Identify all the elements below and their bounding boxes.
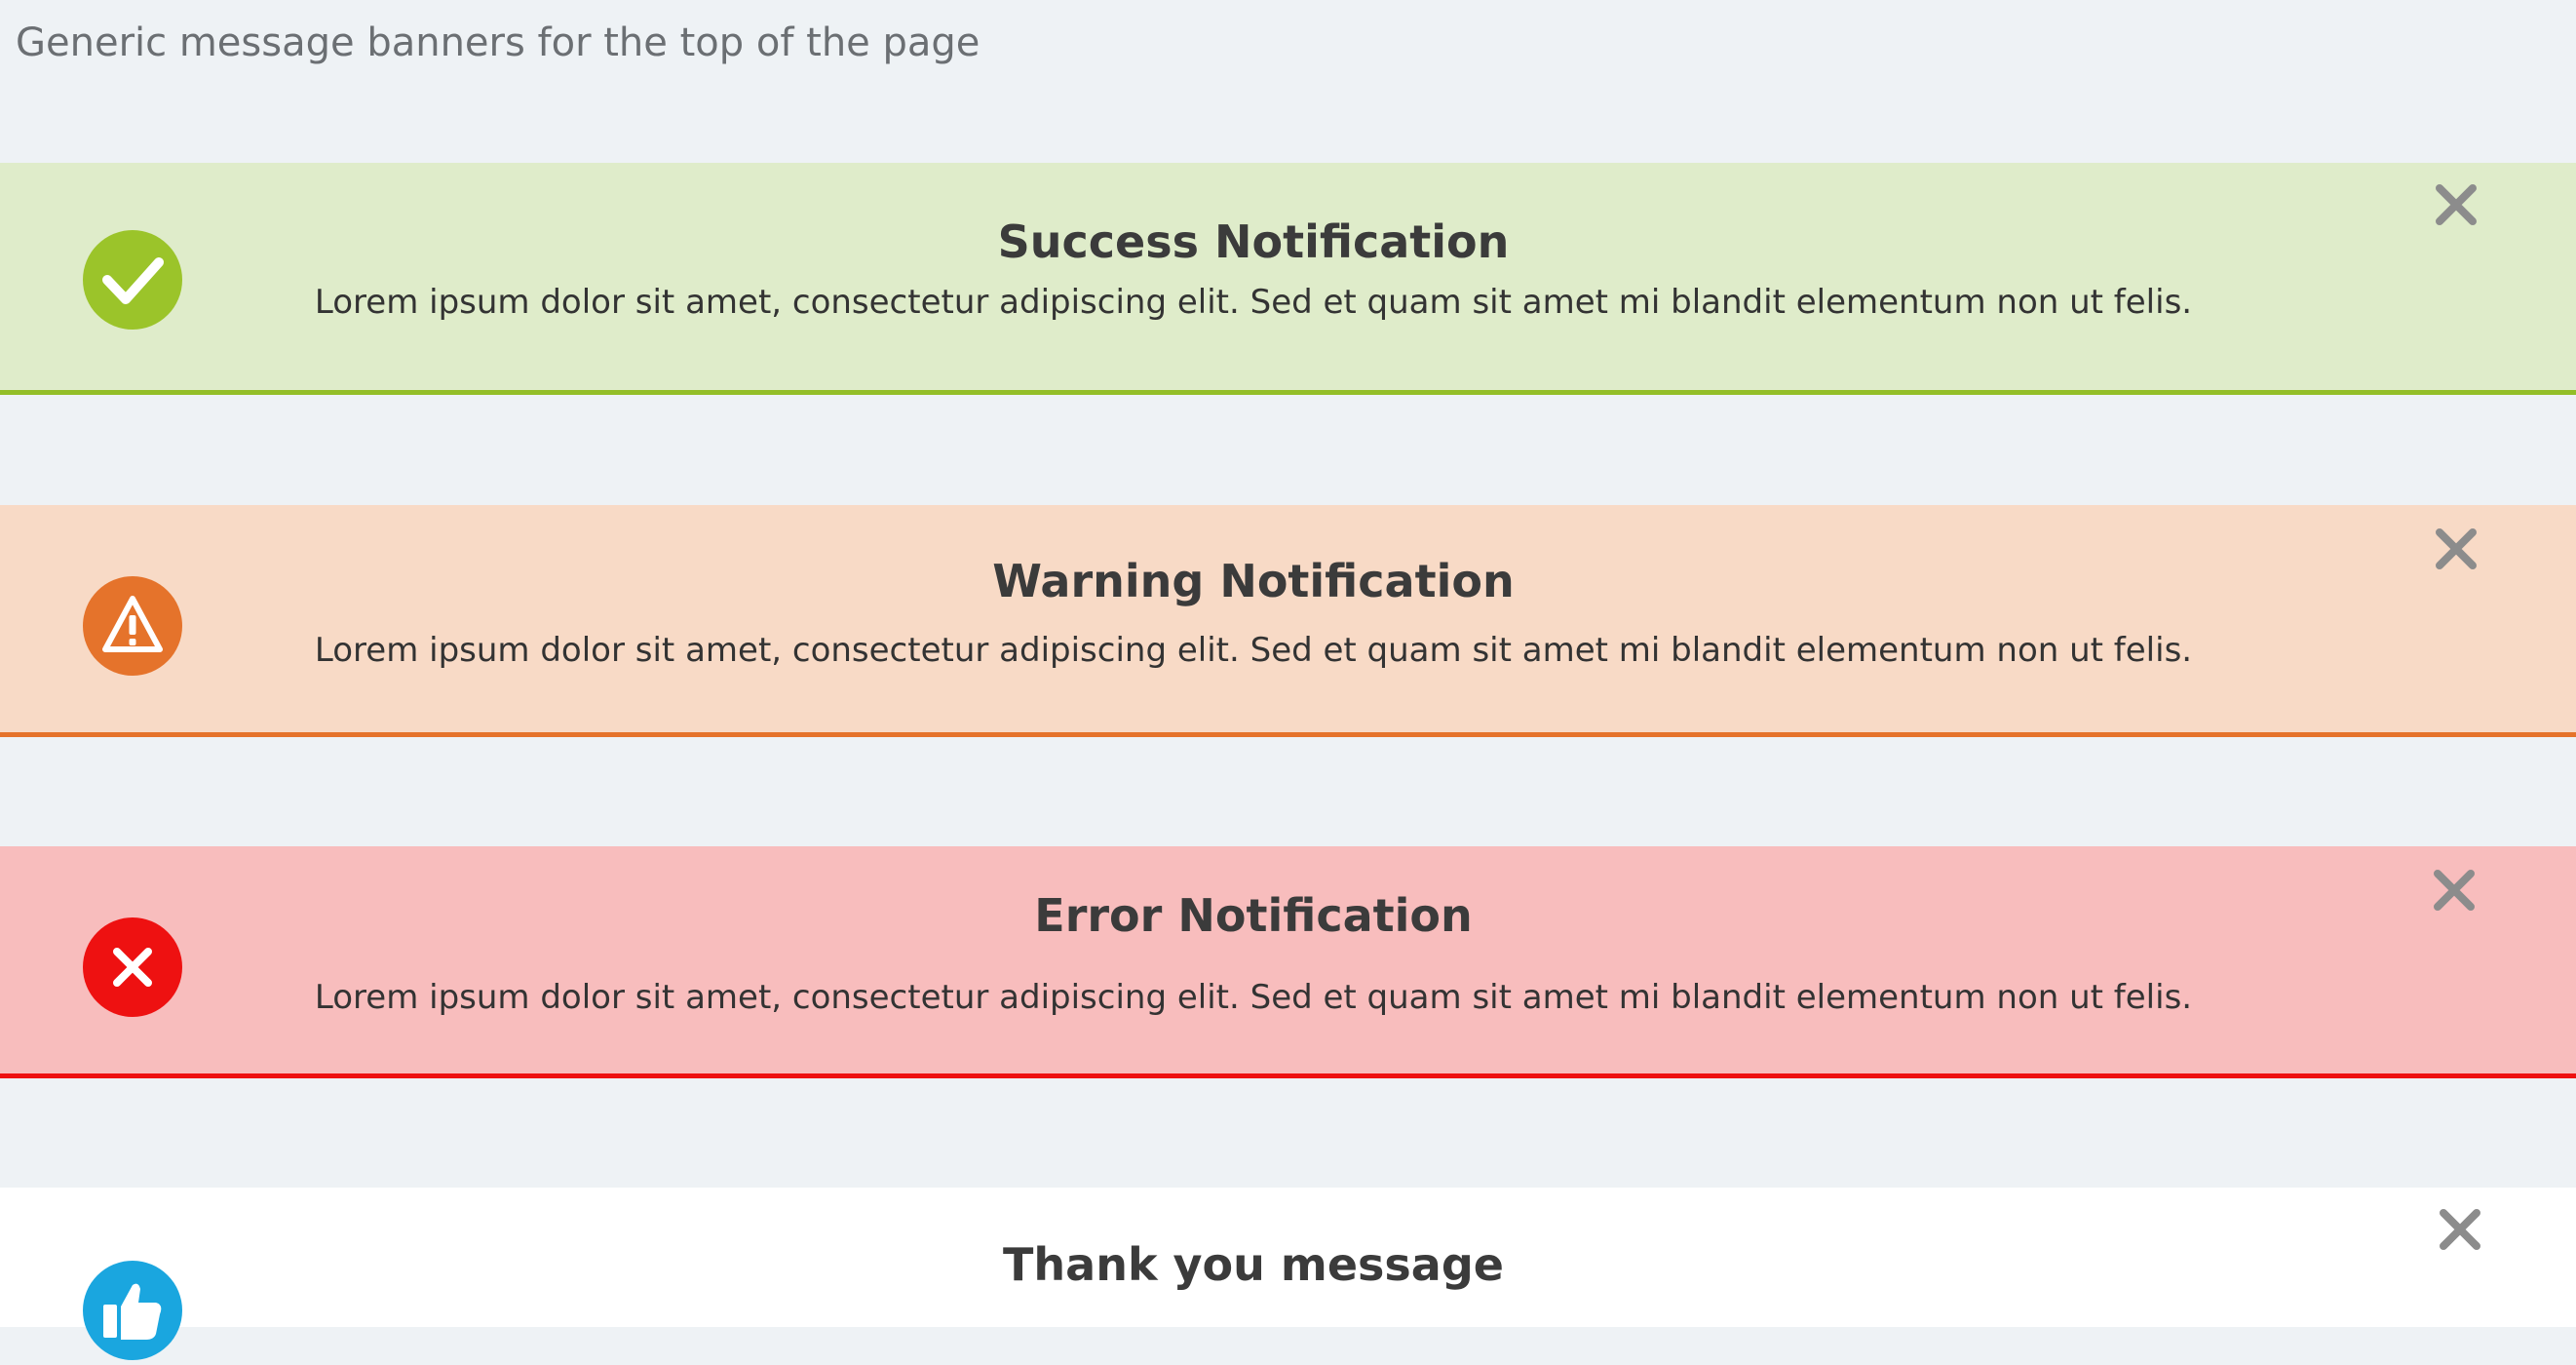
banner-title: Success Notification [997,215,1510,268]
warning-banner: Warning Notification Lorem ipsum dolor s… [0,505,2576,737]
close-icon[interactable] [2432,525,2480,573]
banner-title: Warning Notification [992,555,1515,607]
close-icon[interactable] [2436,1205,2484,1254]
page-heading: Generic message banners for the top of t… [16,20,980,65]
close-icon[interactable] [2430,866,2479,915]
close-icon[interactable] [2432,180,2480,229]
banner-message: Lorem ipsum dolor sit amet, consectetur … [314,978,2193,1017]
thank-you-banner: Thank you message [0,1188,2576,1360]
banner-title: Thank you message [1003,1238,1504,1291]
error-banner: Error Notification Lorem ipsum dolor sit… [0,846,2576,1078]
banner-message: Lorem ipsum dolor sit amet, consectetur … [314,283,2193,322]
banner-title: Error Notification [1034,889,1473,942]
banner-message: Lorem ipsum dolor sit amet, consectetur … [314,631,2193,670]
success-banner: Success Notification Lorem ipsum dolor s… [0,163,2576,395]
